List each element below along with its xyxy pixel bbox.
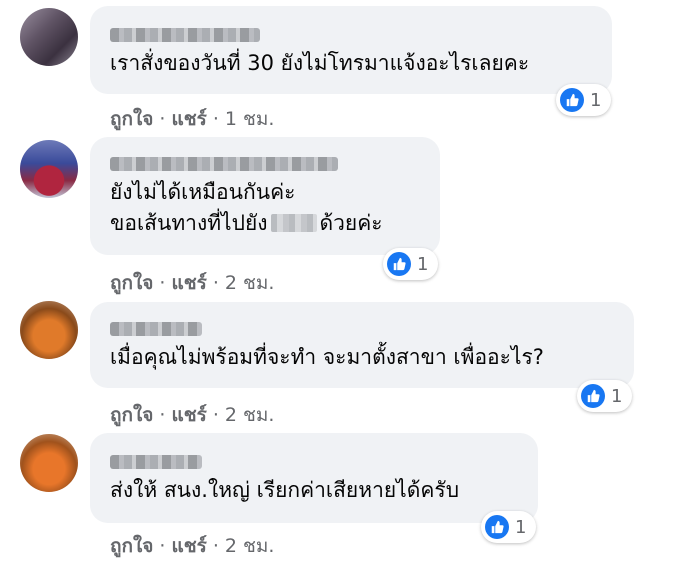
share-link[interactable]: แชร์ — [171, 404, 206, 426]
comment-text: เมื่อคุณไม่พร้อมที่จะทำ จะมาตั้งสาขา เพื… — [110, 345, 544, 369]
like-thumbs-up-icon — [387, 252, 411, 276]
reaction-badge[interactable]: 1 — [383, 248, 439, 280]
comment-actions: ถูกใจ · แชร์ · 1 ชม. — [110, 104, 274, 134]
timestamp[interactable]: 2 ชม. — [225, 272, 275, 294]
reaction-badge[interactable]: 1 — [556, 84, 612, 116]
reaction-count: 1 — [611, 385, 623, 407]
avatar[interactable] — [20, 434, 78, 492]
separator-dot: · — [212, 404, 219, 426]
like-link[interactable]: ถูกใจ — [110, 404, 153, 426]
commenter-name-blurred[interactable] — [110, 157, 338, 171]
reaction-badge[interactable]: 1 — [481, 511, 537, 543]
comment-text: เราสั่งของวันที่ 30 ยังไม่โทรมาแจ้งอะไรเ… — [110, 51, 530, 75]
like-thumbs-up-icon — [581, 384, 605, 408]
like-link[interactable]: ถูกใจ — [110, 535, 153, 557]
comment-text: ส่งให้ สนง.ใหญ่ เรียกค่าเสียหายได้ครับ — [110, 478, 460, 502]
reaction-badge[interactable]: 1 — [577, 380, 633, 412]
comment-actions: ถูกใจ · แชร์ · 2 ชม. — [110, 400, 274, 430]
avatar[interactable] — [20, 8, 78, 66]
avatar[interactable] — [20, 301, 78, 359]
reaction-count: 1 — [515, 516, 527, 538]
timestamp[interactable]: 2 ชม. — [225, 404, 275, 426]
comment-bubble: ยังไม่ได้เหมือนกันค่ะ ขอเส้นทางที่ไปยังด… — [90, 137, 440, 255]
separator-dot: · — [159, 535, 166, 557]
comment-text-line-2: ขอเส้นทางที่ไปยัง ด้วยค่ะ — [110, 211, 383, 235]
share-link[interactable]: แชร์ — [171, 108, 206, 130]
commenter-name-blurred[interactable] — [110, 455, 202, 469]
timestamp[interactable]: 1 ชม. — [225, 108, 275, 130]
like-thumbs-up-icon — [485, 515, 509, 539]
redacted-location — [270, 214, 317, 232]
like-link[interactable]: ถูกใจ — [110, 108, 153, 130]
comment-actions: ถูกใจ · แชร์ · 2 ชม. — [110, 531, 274, 561]
comment-bubble: เราสั่งของวันที่ 30 ยังไม่โทรมาแจ้งอะไรเ… — [90, 6, 612, 94]
comment-actions: ถูกใจ · แชร์ · 2 ชม. — [110, 268, 274, 298]
separator-dot: · — [212, 535, 219, 557]
timestamp[interactable]: 2 ชม. — [225, 535, 275, 557]
avatar[interactable] — [20, 140, 78, 198]
comment-bubble: เมื่อคุณไม่พร้อมที่จะทำ จะมาตั้งสาขา เพื… — [90, 302, 634, 388]
separator-dot: · — [159, 108, 166, 130]
separator-dot: · — [159, 272, 166, 294]
separator-dot: · — [212, 108, 219, 130]
commenter-name-blurred[interactable] — [110, 28, 260, 42]
comment-text-line-1: ยังไม่ได้เหมือนกันค่ะ — [110, 180, 296, 204]
like-thumbs-up-icon — [560, 88, 584, 112]
commenter-name-blurred[interactable] — [110, 322, 202, 336]
comment-bubble: ส่งให้ สนง.ใหญ่ เรียกค่าเสียหายได้ครับ — [90, 433, 538, 523]
reaction-count: 1 — [417, 253, 429, 275]
separator-dot: · — [159, 404, 166, 426]
share-link[interactable]: แชร์ — [171, 535, 206, 557]
share-link[interactable]: แชร์ — [171, 272, 206, 294]
like-link[interactable]: ถูกใจ — [110, 272, 153, 294]
separator-dot: · — [212, 272, 219, 294]
reaction-count: 1 — [590, 89, 602, 111]
